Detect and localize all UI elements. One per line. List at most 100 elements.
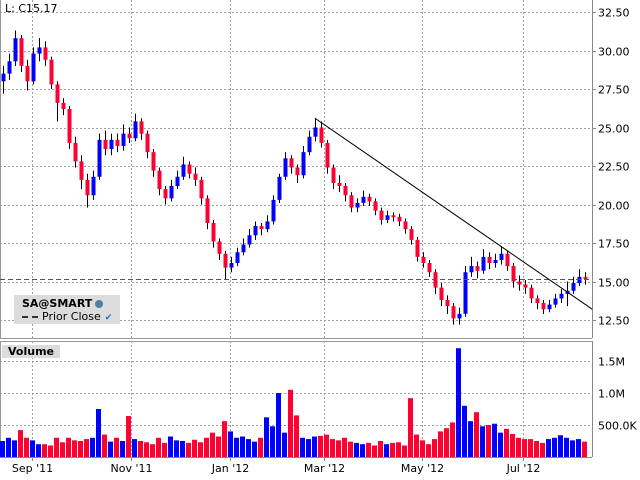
volume-bar bbox=[372, 445, 377, 457]
volume-bar bbox=[504, 428, 509, 457]
checkmark-icon[interactable]: ✔ bbox=[105, 313, 113, 323]
candle-body bbox=[469, 266, 474, 273]
candle-body bbox=[271, 199, 276, 222]
price-tick-label: 12.50 bbox=[598, 315, 630, 328]
volume-bar bbox=[366, 442, 371, 457]
candle-body bbox=[55, 84, 60, 103]
globe-icon[interactable] bbox=[95, 300, 104, 308]
candle-body bbox=[1, 73, 6, 82]
volume-bar bbox=[360, 444, 365, 457]
volume-bar bbox=[300, 437, 305, 457]
volume-bar bbox=[282, 432, 287, 457]
volume-bar bbox=[306, 439, 311, 457]
volume-bar bbox=[252, 441, 257, 457]
volume-bar bbox=[192, 439, 197, 457]
volume-bar bbox=[210, 432, 215, 457]
volume-bar bbox=[60, 442, 65, 457]
volume-bar bbox=[336, 440, 341, 457]
candle-body bbox=[37, 47, 42, 54]
volume-bar bbox=[0, 441, 5, 457]
prior-close-label: Prior Close bbox=[42, 310, 101, 323]
volume-bar bbox=[84, 439, 89, 457]
price-tick-label: 30.00 bbox=[598, 46, 630, 59]
candle-body bbox=[79, 161, 84, 180]
volume-bar bbox=[294, 415, 299, 457]
volume-bar bbox=[570, 440, 575, 457]
volume-bar bbox=[444, 428, 449, 457]
candle-body bbox=[253, 226, 258, 236]
volume-bar bbox=[102, 434, 107, 457]
price-tick-label: 32.50 bbox=[598, 7, 630, 20]
candle-body bbox=[307, 136, 312, 153]
volume-bar bbox=[150, 444, 155, 457]
volume-bar bbox=[342, 437, 347, 457]
volume-bar bbox=[450, 422, 455, 457]
volume-bar bbox=[432, 439, 437, 457]
candle-body bbox=[493, 259, 498, 264]
price-tick-label: 15.00 bbox=[598, 277, 630, 290]
candle-body bbox=[91, 176, 96, 196]
volume-bars bbox=[0, 348, 587, 457]
candle-body bbox=[61, 102, 66, 110]
candle-body bbox=[331, 167, 336, 183]
dashed-line-icon bbox=[22, 316, 38, 318]
candle-body bbox=[277, 176, 282, 200]
time-tick-label: Jan '12 bbox=[211, 462, 249, 475]
candle-body bbox=[289, 158, 294, 168]
candle-body bbox=[19, 38, 24, 66]
volume-bar bbox=[126, 416, 131, 457]
candle-body bbox=[295, 167, 300, 176]
candle-body bbox=[499, 253, 504, 260]
candle-body bbox=[397, 216, 402, 222]
candle-body bbox=[25, 65, 30, 82]
volume-bar bbox=[546, 439, 551, 457]
volume-bar bbox=[288, 389, 293, 457]
candle-body bbox=[487, 256, 492, 264]
volume-bar bbox=[426, 444, 431, 457]
candle-body bbox=[211, 222, 216, 242]
candle-body bbox=[163, 189, 168, 199]
volume-bar bbox=[528, 439, 533, 457]
volume-bar bbox=[456, 348, 461, 457]
candle-body bbox=[385, 215, 390, 220]
price-tick-label: 25.00 bbox=[598, 123, 630, 136]
volume-bar bbox=[198, 442, 203, 457]
volume-bar bbox=[96, 409, 101, 457]
legend-symbol-row[interactable]: SA@SMART bbox=[22, 297, 104, 310]
volume-bar bbox=[534, 441, 539, 457]
candle-body bbox=[67, 109, 72, 143]
candle-body bbox=[523, 284, 528, 288]
legend-box[interactable]: SA@SMART Prior Close ✔ bbox=[14, 295, 120, 324]
candle-body bbox=[151, 152, 156, 171]
candle-body bbox=[199, 179, 204, 199]
candle-body bbox=[475, 266, 480, 271]
volume-bar bbox=[486, 425, 491, 457]
candle-body bbox=[187, 164, 192, 174]
candle-body bbox=[85, 179, 90, 196]
volume-bar bbox=[174, 440, 179, 457]
candle-body bbox=[355, 202, 360, 208]
candle-body bbox=[205, 198, 210, 223]
trend-line bbox=[314, 117, 593, 310]
volume-bar bbox=[144, 442, 149, 457]
candle-body bbox=[535, 298, 540, 304]
volume-bar bbox=[54, 437, 59, 457]
candle-body bbox=[193, 173, 198, 180]
candle-body bbox=[73, 142, 78, 162]
volume-bar bbox=[540, 442, 545, 457]
volume-bar bbox=[492, 423, 497, 457]
volume-bar bbox=[114, 437, 119, 457]
price-tick-label: 22.50 bbox=[598, 161, 630, 174]
volume-bar bbox=[402, 445, 407, 457]
volume-bar bbox=[558, 435, 563, 457]
legend-prior-close-row[interactable]: Prior Close ✔ bbox=[22, 310, 112, 323]
candle-body bbox=[145, 133, 150, 153]
candle-body bbox=[265, 221, 270, 230]
legend-symbol: SA@SMART bbox=[22, 297, 93, 310]
candle-body bbox=[547, 304, 552, 310]
volume-bar bbox=[132, 439, 137, 457]
volume-bar bbox=[240, 436, 245, 457]
candle-body bbox=[409, 229, 414, 240]
volume-bar bbox=[120, 441, 125, 457]
volume-bar bbox=[480, 426, 485, 457]
